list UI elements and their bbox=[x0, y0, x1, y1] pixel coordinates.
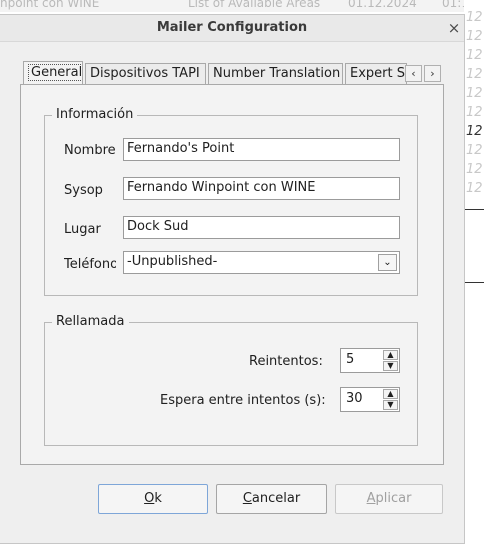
rellamada-group: Rellamada Reintentos: 5 ▲ ▼ Espera entre… bbox=[44, 314, 418, 446]
background-list-value: 12 bbox=[466, 10, 483, 25]
nombre-label: Nombre bbox=[64, 143, 116, 158]
mailer-configuration-dialog: Mailer Configuration × General Dispositi… bbox=[0, 14, 465, 544]
cancel-mnemonic: C bbox=[242, 491, 252, 506]
ok-button[interactable]: Ok bbox=[98, 484, 208, 514]
chevron-down-icon[interactable]: ⌄ bbox=[378, 254, 397, 271]
background-list-value: 12 bbox=[466, 105, 483, 120]
background-list-value: 12 bbox=[466, 29, 483, 44]
background-divider bbox=[464, 209, 484, 210]
background-column-text: List of Available Areas bbox=[188, 0, 321, 10]
spin-up-icon[interactable]: ▲ bbox=[383, 389, 398, 399]
spin-up-icon[interactable]: ▲ bbox=[383, 350, 398, 360]
title-bar[interactable]: Mailer Configuration × bbox=[0, 15, 464, 42]
telefono-label: Teléfono bbox=[64, 257, 116, 272]
background-title-text: npoint con WINE bbox=[0, 0, 100, 10]
informacion-group: Información Nombre Fernando's Point Syso… bbox=[44, 107, 418, 296]
background-list-value: 12 bbox=[466, 48, 483, 63]
cancel-button[interactable]: Cancelar bbox=[216, 484, 327, 514]
background-list-value: 12 bbox=[466, 162, 483, 177]
background-list-value: 12 bbox=[466, 86, 483, 101]
rellamada-legend: Rellamada bbox=[52, 314, 129, 329]
apply-button: Aplicar bbox=[335, 484, 443, 514]
background-window-header: npoint con WINE List of Available Areas … bbox=[0, 0, 484, 12]
espera-spin-buttons: ▲ ▼ bbox=[383, 389, 398, 410]
background-list-value: 12 bbox=[466, 181, 483, 196]
background-list-value: 12 bbox=[466, 124, 483, 139]
reintentos-spinbox[interactable]: 5 ▲ ▼ bbox=[340, 348, 400, 373]
background-window-list: 12 12 12 12 12 12 12 12 12 12 bbox=[464, 0, 484, 547]
general-tab-panel: Información Nombre Fernando's Point Syso… bbox=[20, 84, 444, 465]
espera-value: 30 bbox=[346, 391, 363, 406]
window-title: Mailer Configuration bbox=[156, 20, 308, 35]
sysop-label: Sysop bbox=[64, 183, 103, 198]
background-list-value: 12 bbox=[466, 143, 483, 158]
lugar-field[interactable]: Dock Sud bbox=[123, 216, 400, 239]
telefono-combobox[interactable]: -Unpublished- ⌄ bbox=[123, 251, 400, 274]
tab-number-translation[interactable]: Number Translation bbox=[208, 63, 343, 84]
espera-label: Espera entre intentos (s): bbox=[160, 393, 326, 408]
ok-mnemonic: O bbox=[144, 491, 155, 506]
espera-spinbox[interactable]: 30 ▲ ▼ bbox=[340, 387, 400, 412]
sysop-field[interactable]: Fernando Winpoint con WINE bbox=[123, 177, 400, 200]
nombre-field[interactable]: Fernando's Point bbox=[123, 138, 400, 161]
tab-dispositivos-tapi[interactable]: Dispositivos TAPI bbox=[85, 63, 206, 84]
background-date-text: 01.12.2024 bbox=[348, 0, 417, 10]
lugar-label: Lugar bbox=[64, 222, 101, 237]
background-list-value: 12 bbox=[466, 67, 483, 82]
telefono-value: -Unpublished- bbox=[127, 254, 218, 269]
spin-down-icon[interactable]: ▼ bbox=[383, 361, 398, 371]
cancel-label: ancelar bbox=[251, 491, 301, 506]
close-icon[interactable]: × bbox=[446, 19, 462, 37]
tab-general[interactable]: General bbox=[23, 61, 83, 85]
informacion-legend: Información bbox=[52, 107, 138, 122]
tab-general-label: General bbox=[28, 64, 82, 81]
tab-scroll-right-icon[interactable]: › bbox=[424, 65, 441, 82]
tab-expert-settings[interactable]: Expert S bbox=[345, 63, 407, 84]
reintentos-spin-buttons: ▲ ▼ bbox=[383, 350, 398, 371]
background-divider bbox=[464, 282, 484, 283]
reintentos-label: Reintentos: bbox=[249, 354, 323, 369]
spin-down-icon[interactable]: ▼ bbox=[383, 400, 398, 410]
apply-label: plicar bbox=[375, 491, 412, 506]
ok-label: k bbox=[154, 491, 162, 506]
tab-scroll-left-icon[interactable]: ‹ bbox=[405, 65, 422, 82]
reintentos-value: 5 bbox=[346, 352, 355, 367]
